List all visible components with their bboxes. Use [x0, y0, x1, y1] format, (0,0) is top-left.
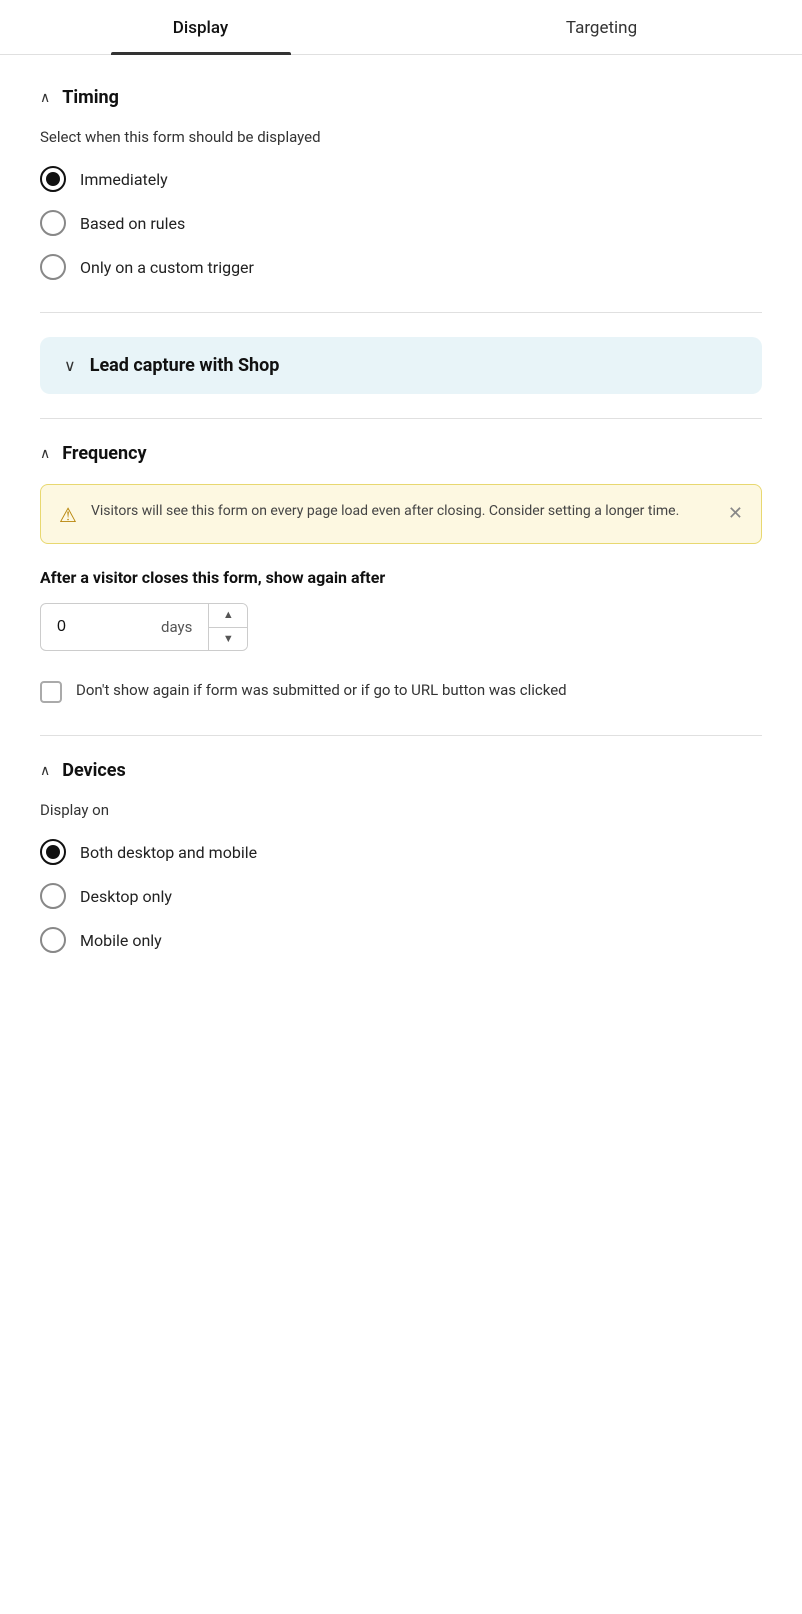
dont-show-again-checkbox[interactable]: [40, 681, 62, 703]
timing-option-custom-trigger[interactable]: Only on a custom trigger: [40, 254, 762, 280]
frequency-chevron-up-icon[interactable]: ∧: [40, 446, 50, 462]
radio-immediately[interactable]: [40, 166, 66, 192]
timing-option-rules[interactable]: Based on rules: [40, 210, 762, 236]
timing-option-immediately[interactable]: Immediately: [40, 166, 762, 192]
radio-custom-trigger[interactable]: [40, 254, 66, 280]
stepper-down-button[interactable]: ▼: [209, 628, 247, 651]
lead-capture-chevron-down-icon: ∨: [64, 356, 76, 375]
devices-description: Display on: [40, 801, 762, 819]
divider-3: [40, 735, 762, 736]
stepper-up-button[interactable]: ▲: [209, 604, 247, 628]
dont-show-again-label: Don't show again if form was submitted o…: [76, 679, 567, 702]
days-input-row: days ▲ ▼: [40, 603, 762, 651]
frequency-show-again-label: After a visitor closes this form, show a…: [40, 568, 762, 587]
timing-header: ∧ Timing: [40, 87, 762, 108]
devices-section: ∧ Devices Display on Both desktop and mo…: [40, 760, 762, 953]
radio-desktop-only[interactable]: [40, 883, 66, 909]
frequency-header: ∧ Frequency: [40, 443, 762, 464]
timing-radio-group: Immediately Based on rules Only on a cus…: [40, 166, 762, 280]
tab-display[interactable]: Display: [0, 0, 401, 54]
frequency-section: ∧ Frequency ⚠ Visitors will see this for…: [40, 443, 762, 703]
tab-bar: Display Targeting: [0, 0, 802, 55]
frequency-warning-box: ⚠ Visitors will see this form on every p…: [40, 484, 762, 544]
device-option-desktop[interactable]: Desktop only: [40, 883, 762, 909]
days-unit-label: days: [161, 608, 208, 646]
warning-triangle-icon: ⚠: [59, 503, 77, 527]
timing-description: Select when this form should be displaye…: [40, 128, 762, 146]
stepper-buttons: ▲ ▼: [208, 604, 247, 650]
timing-title: Timing: [62, 87, 119, 108]
frequency-title: Frequency: [62, 443, 146, 464]
main-content: ∧ Timing Select when this form should be…: [0, 55, 802, 1017]
days-input[interactable]: [41, 608, 161, 646]
radio-mobile-only[interactable]: [40, 927, 66, 953]
timing-section: ∧ Timing Select when this form should be…: [40, 87, 762, 280]
devices-radio-group: Both desktop and mobile Desktop only Mob…: [40, 839, 762, 953]
divider-1: [40, 312, 762, 313]
devices-header: ∧ Devices: [40, 760, 762, 781]
lead-capture-section[interactable]: ∨ Lead capture with Shop: [40, 337, 762, 394]
days-input-wrapper: days ▲ ▼: [40, 603, 248, 651]
radio-rules[interactable]: [40, 210, 66, 236]
timing-chevron-up-icon[interactable]: ∧: [40, 90, 50, 106]
frequency-warning-text: Visitors will see this form on every pag…: [91, 501, 714, 522]
tab-targeting[interactable]: Targeting: [401, 0, 802, 54]
devices-title: Devices: [62, 760, 126, 781]
lead-capture-title: Lead capture with Shop: [90, 355, 280, 376]
device-option-both[interactable]: Both desktop and mobile: [40, 839, 762, 865]
divider-2: [40, 418, 762, 419]
warning-close-icon[interactable]: ✕: [728, 503, 743, 524]
device-option-mobile[interactable]: Mobile only: [40, 927, 762, 953]
devices-chevron-up-icon[interactable]: ∧: [40, 763, 50, 779]
dont-show-again-row: Don't show again if form was submitted o…: [40, 679, 762, 703]
radio-both-devices[interactable]: [40, 839, 66, 865]
